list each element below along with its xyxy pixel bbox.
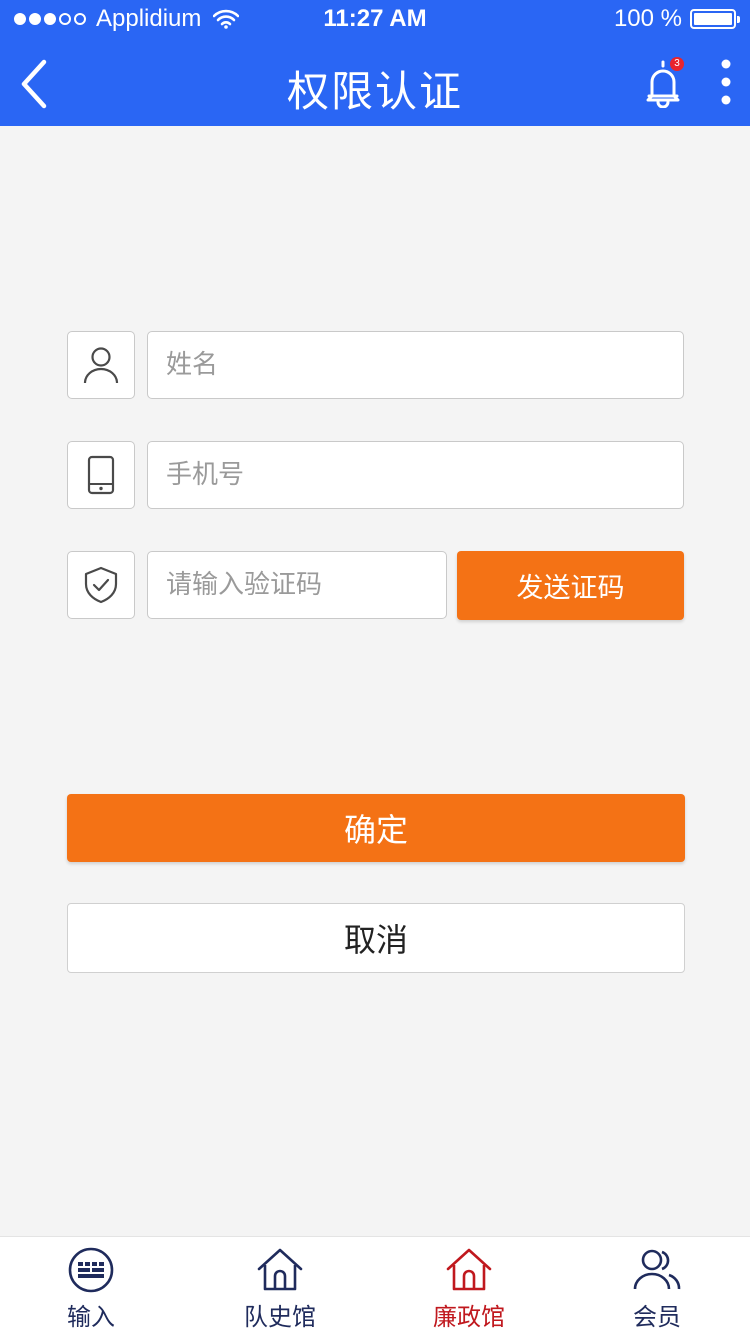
tab-input[interactable]: 输入: [0, 1237, 185, 1334]
battery-tip: [737, 16, 740, 23]
tab-team-history[interactable]: 队史馆: [186, 1237, 374, 1334]
battery-level: [694, 13, 732, 25]
status-right: 100 %: [613, 5, 740, 33]
send-code-button[interactable]: 发送证码: [457, 551, 684, 620]
tab-integrity-hall[interactable]: 廉政馆: [375, 1237, 563, 1334]
tab-label: 输入: [67, 1303, 115, 1331]
cancel-button[interactable]: 取消: [67, 903, 685, 973]
tab-label: 廉政馆: [433, 1303, 505, 1331]
mobile-phone-icon: [87, 455, 115, 495]
tab-bar: 输入 队史馆 廉政馆 会员: [0, 1236, 750, 1334]
confirm-button[interactable]: 确定: [67, 794, 685, 862]
keyboard-icon: [68, 1247, 114, 1293]
battery-percent: 100 %: [613, 5, 682, 32]
name-input[interactable]: [147, 331, 684, 399]
page-title: 权限认证: [286, 67, 463, 116]
battery-icon: [690, 9, 740, 29]
code-icon-box: [67, 551, 135, 619]
notification-badge: 3: [670, 57, 684, 71]
shield-check-icon: [84, 566, 118, 604]
status-bar: Applidium 11:27 AM 100 %: [0, 0, 750, 40]
home-icon: [257, 1248, 303, 1291]
home-icon: [446, 1248, 492, 1291]
tab-label: 会员: [633, 1303, 681, 1331]
tab-label: 队史馆: [244, 1303, 316, 1331]
header: Applidium 11:27 AM 100 % 权限认证 3: [0, 0, 750, 126]
user-icon: [83, 347, 119, 384]
name-icon-box: [67, 331, 135, 399]
more-vertical-icon[interactable]: [712, 58, 740, 108]
phone-input[interactable]: [147, 441, 684, 509]
auth-screen: Applidium 11:27 AM 100 % 权限认证 3 姓名 手机号 请…: [0, 0, 750, 1334]
users-icon: [633, 1249, 681, 1290]
verification-code-input[interactable]: [147, 551, 447, 619]
phone-icon-box: [67, 441, 135, 509]
tab-members[interactable]: 会员: [563, 1237, 750, 1334]
